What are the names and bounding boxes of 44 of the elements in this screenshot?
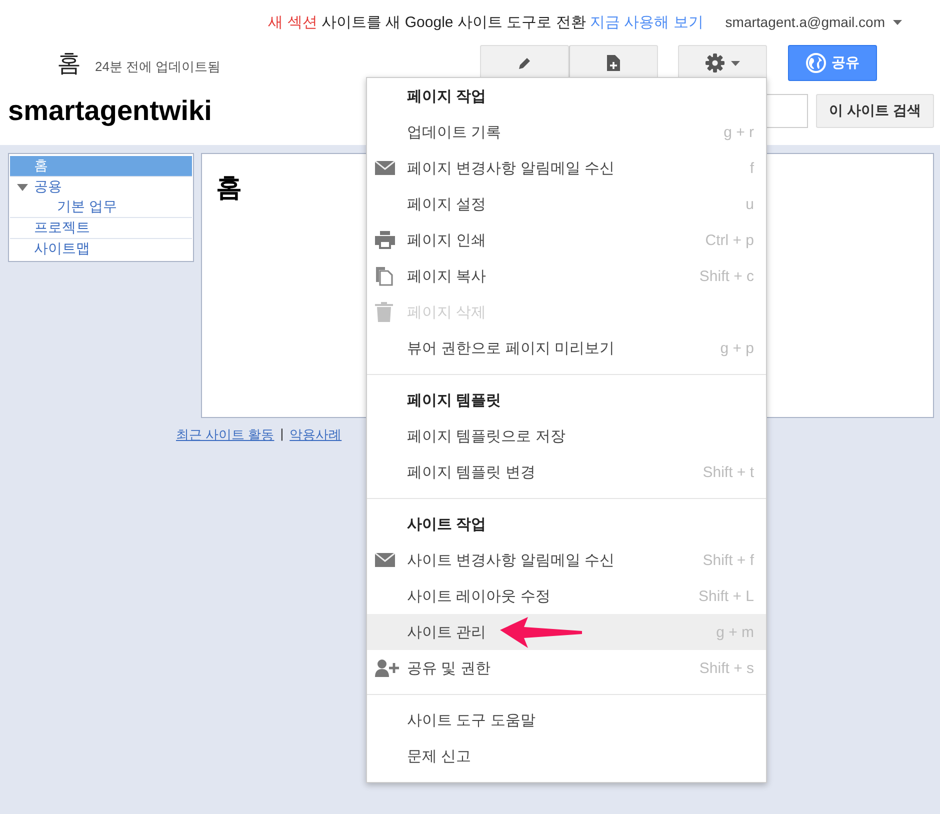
menu-item[interactable]: 공유 및 권한 Shift + s bbox=[367, 650, 766, 686]
add-page-icon bbox=[607, 55, 620, 71]
settings-icon bbox=[705, 53, 725, 73]
sidebar-item[interactable]: 사이트맵 bbox=[10, 239, 192, 259]
menu-item[interactable]: 업데이트 기록 g + r bbox=[367, 114, 766, 150]
menu-item[interactable]: 페이지 설정 u bbox=[367, 186, 766, 222]
account-email[interactable]: smartagent.a@gmail.com bbox=[725, 14, 885, 30]
sidebar-subitem[interactable]: 기본 업무 bbox=[10, 197, 192, 218]
link-separator: | bbox=[280, 426, 284, 443]
mail-icon bbox=[375, 161, 395, 175]
menu-item[interactable]: 문제 신고 bbox=[367, 738, 766, 774]
mail-icon bbox=[375, 553, 395, 567]
search-field[interactable] bbox=[766, 94, 808, 128]
footer-link[interactable]: 악용사례 bbox=[290, 426, 342, 444]
caret-icon bbox=[731, 60, 740, 66]
search-button[interactable]: 이 사이트 검색 bbox=[816, 94, 934, 128]
menu-item[interactable]: 페이지 템플릿으로 저장 bbox=[367, 418, 766, 454]
pencil-icon bbox=[518, 56, 532, 70]
site-title: smartagentwiki bbox=[8, 95, 212, 127]
sidebar-item[interactable]: 공용 bbox=[10, 177, 192, 197]
menu-item[interactable]: 페이지 템플릿 변경 Shift + t bbox=[367, 454, 766, 490]
sidebar-item[interactable]: 프로젝트 bbox=[10, 218, 192, 239]
content-heading: 홈 bbox=[216, 172, 242, 202]
menu-item[interactable]: 뷰어 권한으로 페이지 미리보기 g + p bbox=[367, 330, 766, 366]
expand-triangle-icon[interactable] bbox=[17, 184, 28, 190]
trash-icon bbox=[375, 302, 393, 322]
person-add-icon bbox=[375, 659, 399, 677]
printer-icon bbox=[375, 231, 395, 249]
banner-text: 새 섹션 사이트를 새 Google 사이트 도구로 전환 지금 사용해 보기 bbox=[268, 12, 704, 32]
menu-section-heading: 페이지 템플릿 bbox=[407, 390, 502, 410]
menu-section-heading: 페이지 작업 bbox=[407, 86, 488, 106]
menu-item[interactable]: 사이트 레이아웃 수정 Shift + L bbox=[367, 578, 766, 614]
footer-link[interactable]: 최근 사이트 활동 bbox=[176, 426, 274, 444]
updated-text: 24분 전에 업데이트됨 bbox=[95, 58, 221, 76]
page-title: 홈 bbox=[57, 49, 81, 79]
copy-icon bbox=[375, 266, 393, 286]
menu-item[interactable]: 페이지 변경사항 알림메일 수신 f bbox=[367, 150, 766, 186]
menu-item[interactable]: 사이트 도구 도움말 bbox=[367, 702, 766, 738]
caret-icon bbox=[893, 20, 902, 24]
menu-section-heading: 사이트 작업 bbox=[407, 514, 488, 534]
menu-item[interactable]: 페이지 인쇄 Ctrl + p bbox=[367, 222, 766, 258]
menu-item[interactable]: 사이트 변경사항 알림메일 수신 Shift + f bbox=[367, 542, 766, 578]
menu-item[interactable]: 페이지 복사 Shift + c bbox=[367, 258, 766, 294]
globe-icon bbox=[806, 53, 826, 73]
